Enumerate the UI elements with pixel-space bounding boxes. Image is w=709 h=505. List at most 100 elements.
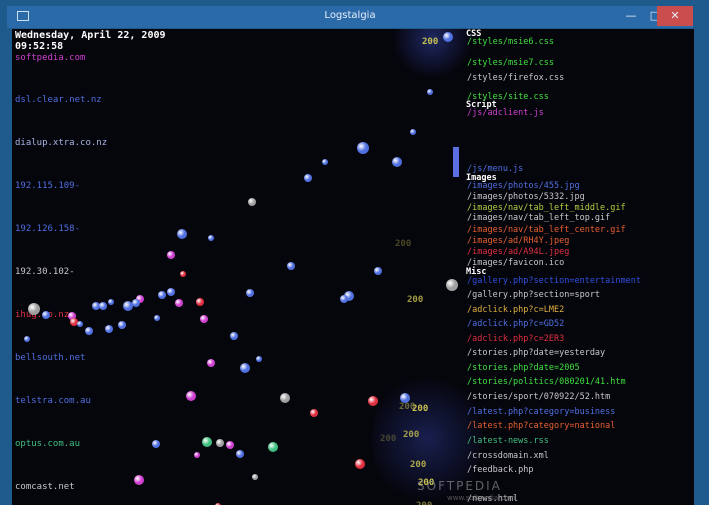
request-ball	[443, 32, 453, 42]
request-ball	[427, 89, 433, 95]
request-path-label: /images/photos/5332.jpg	[467, 192, 585, 202]
request-path-label: /styles/msie7.css	[467, 58, 554, 68]
visualization-canvas[interactable]: Wednesday, April 22, 2009 09:52:58 softp…	[12, 29, 694, 505]
request-ball	[246, 289, 254, 297]
request-ball	[340, 295, 348, 303]
request-path-label: /styles/msie6.css	[467, 37, 554, 47]
request-ball	[236, 450, 244, 458]
request-path-label: /images/photos/455.jpg	[467, 181, 580, 191]
request-ball	[152, 440, 160, 448]
request-path-label: /images/nav/tab_left_top.gif	[467, 213, 611, 223]
host-label: comcast.net	[15, 482, 75, 492]
request-ball	[410, 129, 416, 135]
request-ball	[108, 299, 114, 305]
request-ball	[322, 159, 328, 165]
host-label: 192.126.158-	[15, 224, 81, 234]
request-ball	[118, 321, 126, 329]
request-path-label: /stories.php?date=2005	[467, 363, 580, 373]
request-ball	[248, 198, 256, 206]
request-ball	[77, 321, 83, 327]
request-path-label: /gallery.php?section=entertainment	[467, 276, 641, 286]
request-path-label: /stories/politics/080201/41.htm	[467, 377, 626, 387]
response-code: 200	[412, 404, 429, 414]
title-bar[interactable]: Logstalgia — □ ✕	[7, 6, 693, 28]
host-label: softpedia.com	[15, 53, 86, 63]
request-ball	[310, 409, 318, 417]
request-path-label: /images/ad/A94L.jpeg	[467, 247, 570, 257]
host-label: optus.com.au	[15, 439, 81, 449]
request-ball	[24, 336, 30, 342]
request-ball	[158, 291, 166, 299]
minimize-button[interactable]: —	[619, 6, 643, 26]
request-ball	[357, 142, 369, 154]
request-ball	[167, 288, 175, 296]
request-path-label: /feedback.php	[467, 465, 534, 475]
request-ball	[208, 235, 214, 241]
request-path-label: /styles/firefox.css	[467, 73, 565, 83]
host-label: telstra.com.au	[15, 396, 91, 406]
response-code: 200	[407, 295, 424, 305]
request-ball	[355, 459, 365, 469]
request-path-label: /adclick.php?c=LME2	[467, 305, 565, 315]
watermark-text: SOFTPEDIA	[417, 479, 502, 493]
request-ball	[230, 332, 238, 340]
close-button[interactable]: ✕	[657, 6, 693, 26]
request-path-label: /adclick.php?c=GD52	[467, 319, 565, 329]
request-ball	[268, 442, 278, 452]
request-path-label: /styles/site.css	[467, 92, 549, 102]
request-ball	[175, 299, 183, 307]
request-ball	[99, 302, 107, 310]
request-ball	[304, 174, 312, 182]
request-ball	[368, 396, 378, 406]
request-ball	[287, 262, 295, 270]
request-ball	[194, 452, 200, 458]
request-ball	[207, 359, 215, 367]
request-ball	[105, 325, 113, 333]
request-ball	[216, 439, 224, 447]
request-ball	[134, 475, 144, 485]
response-code: 200	[395, 239, 412, 249]
request-ball	[180, 271, 186, 277]
request-path-label: /js/menu.js	[467, 164, 524, 174]
request-path-label: /adclick.php?c=2ER3	[467, 334, 565, 344]
request-ball	[200, 315, 208, 323]
host-label: 192.30.102-	[15, 267, 75, 277]
request-ball	[374, 267, 382, 275]
request-ball	[28, 303, 40, 315]
request-ball	[132, 299, 140, 307]
request-ball	[42, 311, 50, 319]
request-path-label: /latest.php?category=business	[467, 407, 616, 417]
request-path-label: /images/nav/tab_left_center.gif	[467, 225, 626, 235]
request-ball	[186, 391, 196, 401]
request-path-label: /gallery.php?section=sport	[467, 290, 601, 300]
host-label: 192.115.109-	[15, 181, 81, 191]
response-code: 200	[410, 460, 427, 470]
request-ball	[252, 474, 258, 480]
request-path-label: /crossdomain.xml	[467, 451, 549, 461]
request-ball	[154, 315, 160, 321]
request-path-label: /latest.php?category=national	[467, 421, 616, 431]
time-label: 09:52:58	[15, 41, 64, 52]
response-code: 200	[403, 430, 420, 440]
window-title: Logstalgia	[324, 10, 376, 21]
request-ball	[446, 279, 458, 291]
request-path-label: /images/ad/RH4Y.jpeg	[467, 236, 570, 246]
response-code: 200	[416, 501, 432, 505]
request-path-label: /images/nav/tab_left_middle.gif	[467, 203, 626, 213]
request-ball	[202, 437, 212, 447]
request-ball	[167, 251, 175, 259]
host-label: bellsouth.net	[15, 353, 86, 363]
request-ball	[280, 393, 290, 403]
request-ball	[196, 298, 204, 306]
response-code: 200	[380, 434, 397, 444]
request-ball	[240, 363, 250, 373]
watermark-subtext: www.softpedia.com	[447, 494, 516, 502]
host-label: dialup.xtra.co.nz	[15, 138, 108, 148]
request-path-label: /images/favicon.ico	[467, 258, 565, 268]
request-path-label: /stories/sport/070922/52.htm	[467, 392, 611, 402]
request-ball	[392, 157, 402, 167]
request-path-label: /stories.php?date=yesterday	[467, 348, 606, 358]
request-ball	[85, 327, 93, 335]
request-path-label: /js/adclient.js	[467, 108, 544, 118]
response-code: 200	[422, 37, 439, 47]
